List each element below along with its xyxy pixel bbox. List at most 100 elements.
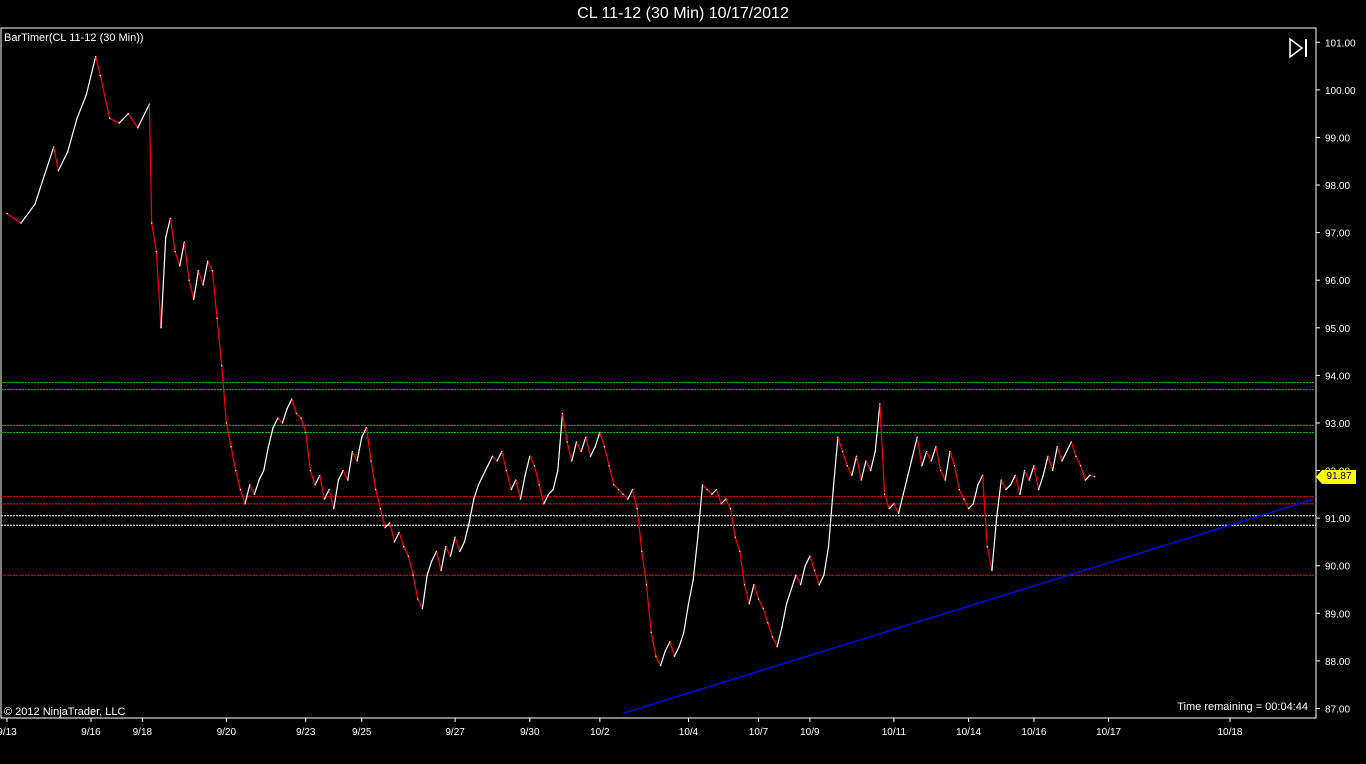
price-segment-164 [832, 437, 839, 490]
price-segment-17 [148, 104, 153, 224]
price-point-59 [347, 479, 349, 481]
price-point-201 [1009, 484, 1012, 486]
price-segment-210 [1047, 456, 1054, 471]
price-point-164 [837, 436, 839, 438]
price-point-208 [1042, 474, 1044, 477]
price-point-127 [664, 650, 666, 653]
price-point-196 [986, 545, 988, 548]
price-point-1 [20, 222, 22, 224]
price-segment-90 [487, 456, 493, 467]
price-point-36 [239, 488, 242, 491]
price-segment-104 [552, 470, 559, 490]
price-point-115 [608, 465, 610, 467]
price-point-91 [496, 460, 498, 462]
price-point-154 [790, 588, 792, 591]
price-point-42 [267, 446, 270, 448]
price-segment-61 [351, 451, 358, 462]
y-tick-label-11: 98.00 [1325, 181, 1350, 192]
price-segment-105 [557, 413, 564, 471]
x-tick-label-6: 9/27 [445, 727, 465, 738]
price-segment-107 [566, 441, 573, 462]
price-point-69 [393, 541, 396, 543]
price-point-180 [911, 455, 914, 457]
price-point-75 [421, 607, 424, 610]
price-point-146 [753, 584, 755, 586]
price-segment-94 [505, 470, 512, 490]
price-segment-153 [781, 603, 788, 628]
price-segment-154 [785, 589, 792, 604]
price-point-39 [253, 493, 256, 496]
price-segment-177 [893, 503, 900, 514]
price-segment-58 [337, 470, 344, 481]
price-point-10 [99, 74, 102, 77]
price-point-100 [538, 484, 540, 486]
price-segment-73 [407, 556, 414, 576]
price-point-62 [361, 436, 363, 438]
price-point-63 [365, 427, 368, 429]
price-point-77 [431, 560, 433, 562]
price-segment-40 [253, 479, 260, 495]
price-point-26 [193, 298, 195, 300]
x-tick-label-2: 9/18 [133, 727, 153, 738]
y-tick-label-9: 96.00 [1325, 276, 1350, 287]
price-segment-34 [225, 422, 232, 447]
price-point-33 [225, 422, 228, 424]
price-segment-115 [603, 446, 610, 466]
price-segment-200 [1000, 479, 1007, 490]
price-segment-121 [631, 489, 638, 509]
price-point-92 [501, 450, 503, 453]
price-point-206 [1033, 465, 1035, 467]
price-segment-179 [902, 475, 909, 495]
price-point-25 [188, 279, 190, 281]
price-point-67 [384, 526, 386, 529]
price-point-113 [599, 431, 601, 434]
price-point-162 [827, 545, 830, 548]
price-segment-76 [421, 575, 428, 609]
price-point-141 [729, 507, 732, 510]
price-point-72 [407, 555, 410, 557]
price-segment-1 [6, 213, 22, 224]
y-tick-label-8: 95.00 [1325, 324, 1350, 335]
price-point-66 [379, 507, 382, 510]
price-chart[interactable]: 87.0088.0089.0090.0091.0092.0093.0094.00… [0, 0, 1366, 764]
price-segment-113 [594, 432, 601, 447]
price-segment-161 [818, 574, 825, 586]
price-segment-72 [403, 546, 409, 557]
price-segment-134 [692, 537, 699, 581]
price-segment-171 [865, 460, 872, 471]
price-segment-170 [860, 460, 867, 481]
price-segment-146 [748, 584, 755, 604]
y-tick-label-12: 99.00 [1325, 133, 1350, 144]
price-point-82 [454, 536, 456, 538]
y-tick-label-6: 93.00 [1325, 419, 1350, 430]
price-point-54 [323, 498, 326, 500]
price-segment-106 [561, 413, 568, 443]
price-segment-18 [151, 223, 157, 252]
price-point-13 [127, 112, 130, 115]
price-point-214 [1070, 441, 1072, 443]
price-segment-11 [99, 75, 111, 119]
price-segment-78 [431, 551, 437, 562]
price-segment-150 [767, 622, 774, 638]
play-pause-icon[interactable] [1287, 36, 1311, 60]
price-segment-204 [1019, 470, 1026, 495]
price-point-177 [897, 512, 900, 515]
price-point-101 [543, 503, 545, 505]
price-segment-194 [972, 484, 979, 505]
price-point-37 [244, 503, 246, 505]
price-point-140 [725, 498, 727, 500]
price-segment-92 [496, 451, 503, 462]
price-point-118 [622, 493, 624, 496]
price-point-60 [351, 450, 354, 453]
price-point-153 [785, 603, 788, 605]
price-point-79 [440, 569, 442, 572]
price-segment-128 [664, 641, 671, 652]
x-tick-label-12: 10/11 [882, 727, 907, 738]
price-segment-209 [1042, 456, 1049, 476]
price-point-130 [678, 645, 680, 648]
price-segment-142 [729, 508, 736, 538]
price-point-50 [305, 431, 307, 434]
price-segment-66 [375, 489, 382, 509]
x-tick-label-4: 9/23 [296, 727, 316, 738]
price-point-85 [468, 522, 470, 524]
